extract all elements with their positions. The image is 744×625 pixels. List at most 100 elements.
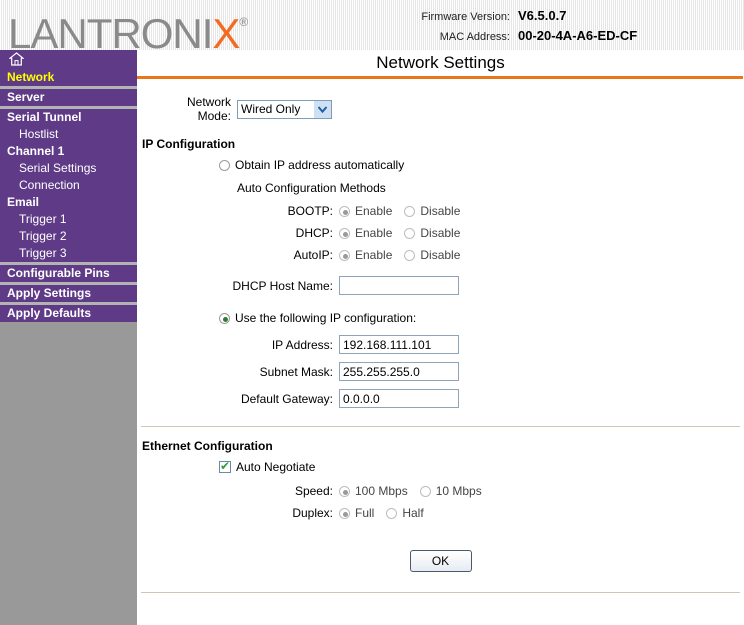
settings-form: Network Mode: Wired Only IP Configuratio… (137, 79, 744, 593)
sidebar-item-label: Apply Settings (7, 286, 92, 300)
sidebar-item-network[interactable]: Network (0, 69, 137, 86)
firmware-version-label: Firmware Version: (421, 11, 510, 23)
ethernet-configuration-heading: Ethernet Configuration (142, 439, 273, 453)
registered-mark-icon: ® (239, 15, 248, 29)
auto-config-methods-label-row: Auto Configuration Methods (237, 181, 744, 195)
sidebar-home-button[interactable] (0, 50, 137, 69)
auto-config-methods-label: Auto Configuration Methods (237, 181, 386, 195)
speed-10mbps-radio[interactable] (419, 485, 431, 497)
device-info: Firmware Version: V6.5.0.7 MAC Address: … (395, 8, 735, 48)
dhcp-host-name-row: DHCP Host Name: (221, 276, 744, 295)
sidebar-navigation: Network Server Serial Tunnel Hostlist Channe… (0, 50, 137, 625)
lantronix-logo: LANTRONIX® (8, 0, 248, 50)
auto-negotiate-label: Auto Negotiate (236, 460, 316, 474)
sidebar-item-label: Server (7, 90, 45, 104)
dhcp-enable-label: Enable (355, 226, 393, 240)
mac-address-row: MAC Address: 00-20-4A-A6-ED-CF (395, 28, 735, 43)
sidebar-menu-list: Network Server Serial Tunnel Hostlist Channe… (0, 69, 137, 322)
autoip-label: AutoIP: (293, 248, 333, 262)
sidebar-item-label: Network (7, 70, 55, 84)
default-gateway-label: Default Gateway: (240, 391, 333, 406)
sidebar-item-label: Trigger 1 (19, 212, 67, 226)
bootp-disable-label: Disable (420, 204, 461, 218)
speed-row: Speed: 100 Mbps 10 Mbps (221, 484, 744, 498)
mac-address-value: 00-20-4A-A6-ED-CF (518, 28, 638, 43)
use-following-ip-radio[interactable] (219, 312, 230, 324)
bootp-disable-radio[interactable] (404, 205, 416, 217)
sidebar-item-label: Configurable Pins (7, 266, 110, 280)
sidebar-item-trigger-2[interactable]: Trigger 2 (0, 228, 137, 245)
sidebar-item-serial-tunnel[interactable]: Serial Tunnel (0, 109, 137, 126)
auto-negotiate-row[interactable]: Auto Negotiate (219, 459, 744, 474)
autoip-enable-radio[interactable] (339, 249, 350, 261)
logo-accent-x: X (212, 10, 240, 50)
sidebar-item-trigger-1[interactable]: Trigger 1 (0, 211, 137, 228)
default-gateway-row: Default Gateway: (221, 389, 744, 408)
duplex-label: Duplex: (292, 506, 333, 520)
use-following-ip-row[interactable]: Use the following IP configuration: (219, 311, 744, 325)
sidebar-item-label: Apply Defaults (7, 306, 92, 320)
section-divider-2 (141, 592, 740, 593)
obtain-ip-auto-label: Obtain IP address automatically (235, 158, 405, 172)
autoip-enable-label: Enable (355, 248, 393, 262)
duplex-half-radio[interactable] (386, 507, 398, 519)
firmware-version-value: V6.5.0.7 (518, 8, 567, 23)
speed-100mbps-radio[interactable] (339, 485, 350, 497)
dhcp-row: DHCP: Enable Disable (221, 226, 744, 240)
network-mode-select[interactable]: Wired Only (237, 99, 332, 119)
ok-button-container: OK (137, 550, 744, 572)
default-gateway-input[interactable] (339, 389, 459, 408)
obtain-ip-auto-row[interactable]: Obtain IP address automatically (219, 158, 744, 172)
sidebar-item-server[interactable]: Server (0, 89, 137, 106)
page-title: Network Settings (376, 53, 505, 72)
network-mode-label: Network Mode: (186, 95, 231, 123)
dhcp-enable-radio[interactable] (339, 227, 350, 239)
duplex-full-radio[interactable] (339, 507, 350, 519)
sidebar-item-connection[interactable]: Connection (0, 177, 137, 194)
home-icon (8, 52, 25, 69)
dhcp-host-name-input[interactable] (339, 276, 459, 295)
ip-configuration-heading: IP Configuration (142, 137, 236, 151)
sidebar-item-channel-1[interactable]: Channel 1 (0, 143, 137, 160)
dhcp-host-name-label: DHCP Host Name: (232, 278, 333, 293)
sidebar-item-label: Serial Tunnel (7, 110, 82, 124)
sidebar-item-apply-settings[interactable]: Apply Settings (0, 285, 137, 302)
autoip-disable-label: Disable (420, 248, 461, 262)
ip-address-row: IP Address: (221, 335, 744, 354)
sidebar-item-trigger-3[interactable]: Trigger 3 (0, 245, 137, 262)
auto-config-methods-list: BOOTP: Enable Disable DHCP: Enable Disable Aut… (137, 204, 744, 262)
ip-address-input[interactable] (339, 335, 459, 354)
network-mode-select-wrapper: Wired Only (237, 99, 332, 119)
ip-address-label: IP Address: (271, 337, 333, 352)
autoip-row: AutoIP: Enable Disable (221, 248, 744, 262)
dhcp-disable-label: Disable (420, 226, 461, 240)
sidebar-item-label: Channel 1 (7, 144, 65, 158)
ok-button[interactable]: OK (409, 550, 472, 572)
mac-address-label: MAC Address: (439, 31, 510, 43)
sidebar-item-label: Trigger 3 (19, 246, 67, 260)
sidebar-item-hostlist[interactable]: Hostlist (0, 126, 137, 143)
logo-text: LANTRONI (8, 10, 213, 50)
autoip-disable-radio[interactable] (404, 249, 416, 261)
bootp-enable-radio[interactable] (339, 205, 350, 217)
sidebar-item-label: Serial Settings (19, 161, 97, 175)
network-mode-row: Network Mode: Wired Only (155, 95, 744, 123)
dhcp-disable-radio[interactable] (404, 227, 416, 239)
obtain-ip-auto-radio[interactable] (219, 159, 230, 171)
bootp-enable-label: Enable (355, 204, 393, 218)
sidebar-item-apply-defaults[interactable]: Apply Defaults (0, 305, 137, 322)
use-following-ip-label: Use the following IP configuration: (235, 311, 417, 325)
auto-negotiate-checkbox[interactable] (219, 459, 231, 473)
subnet-mask-input[interactable] (339, 362, 459, 381)
sidebar-item-serial-settings[interactable]: Serial Settings (0, 160, 137, 177)
sidebar-item-configurable-pins[interactable]: Configurable Pins (0, 265, 137, 282)
section-divider-1 (141, 426, 740, 427)
duplex-row: Duplex: Full Half (221, 506, 744, 520)
sidebar-item-label: Email (7, 195, 40, 209)
sidebar-item-label: Trigger 2 (19, 229, 67, 243)
sidebar-item-email[interactable]: Email (0, 194, 137, 211)
lantronix-device-config-page: LANTRONIX® Firmware Version: V6.5.0.7 MA… (0, 0, 744, 625)
subnet-mask-row: Subnet Mask: (221, 362, 744, 381)
firmware-version-row: Firmware Version: V6.5.0.7 (395, 8, 735, 23)
speed-100mbps-label: 100 Mbps (355, 484, 408, 498)
